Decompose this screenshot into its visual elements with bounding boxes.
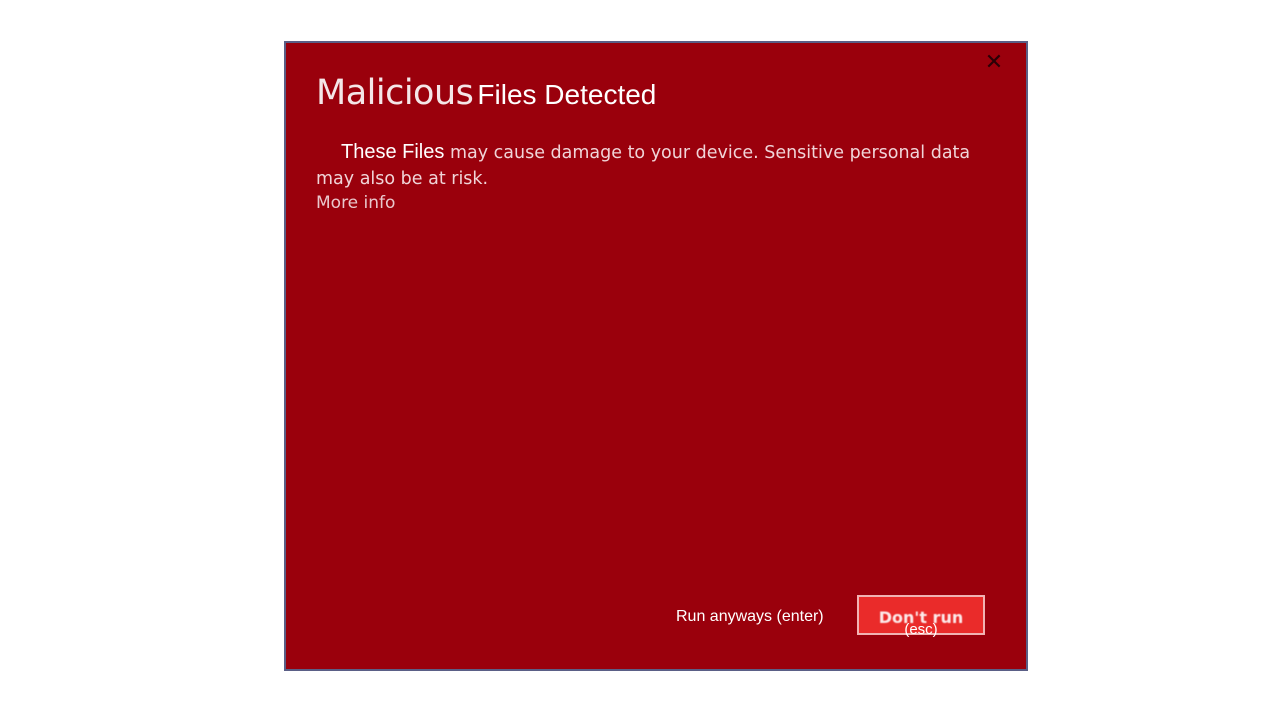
warning-message: These Files may cause damage to your dev… — [316, 139, 976, 192]
dont-run-button[interactable]: Don't run (esc) — [857, 595, 985, 638]
dialog-title-part2: Files Detected — [477, 79, 657, 110]
dialog-title-part1: Malicious — [316, 73, 474, 113]
close-icon[interactable]: ✕ — [982, 51, 1006, 75]
dont-run-shortcut: (esc) — [904, 621, 938, 638]
security-warning-dialog: ✕ Malicious Files Detected These Files ma… — [284, 41, 1028, 671]
dialog-title: Malicious Files Detected — [316, 73, 656, 113]
more-info-link[interactable]: More info — [316, 193, 395, 213]
warning-message-lead: These Files — [341, 141, 445, 163]
run-anyways-button[interactable]: Run anyways (enter) — [676, 608, 824, 626]
